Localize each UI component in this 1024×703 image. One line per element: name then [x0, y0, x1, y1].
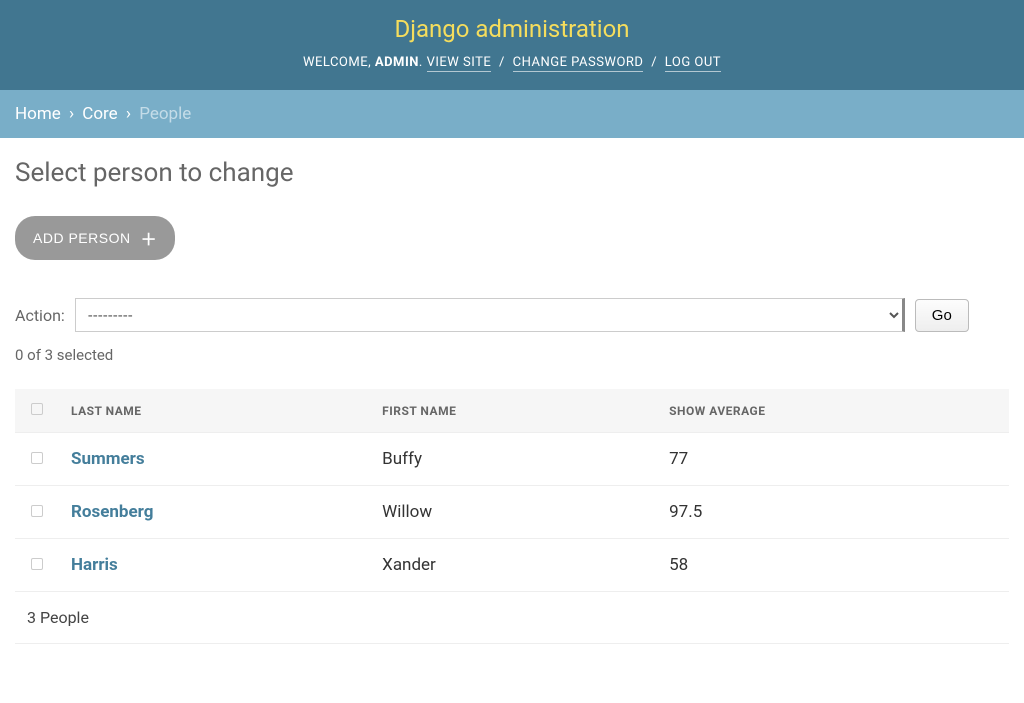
- table-row: Harris Xander 58: [15, 539, 1009, 592]
- select-all-checkbox[interactable]: [31, 403, 43, 415]
- row-checkbox[interactable]: [31, 505, 43, 517]
- log-out-link[interactable]: LOG OUT: [665, 55, 721, 72]
- chevron-right-icon: ›: [126, 104, 131, 124]
- change-password-link[interactable]: CHANGE PASSWORD: [513, 55, 644, 72]
- separator: /: [499, 55, 505, 70]
- row-first-name: Buffy: [370, 433, 657, 486]
- user-links: WELCOME, ADMIN. VIEW SITE / CHANGE PASSW…: [0, 55, 1024, 70]
- content: Select person to change ADD PERSON ＋ Act…: [0, 138, 1024, 664]
- row-checkbox[interactable]: [31, 558, 43, 570]
- site-title: Django administration: [0, 15, 1024, 43]
- breadcrumb-app[interactable]: Core: [82, 104, 117, 124]
- add-person-button[interactable]: ADD PERSON ＋: [15, 216, 175, 260]
- row-first-name: Xander: [370, 539, 657, 592]
- chevron-right-icon: ›: [69, 104, 74, 124]
- row-show-average: 97.5: [657, 486, 1009, 539]
- action-select[interactable]: ---------: [75, 298, 905, 332]
- results-table: LAST NAME FIRST NAME SHOW AVERAGE Summer…: [15, 389, 1009, 592]
- action-label: Action:: [15, 306, 65, 325]
- separator: /: [651, 55, 657, 70]
- page-title: Select person to change: [15, 158, 1009, 188]
- row-show-average: 58: [657, 539, 1009, 592]
- paginator: 3 People: [15, 592, 1009, 644]
- plus-icon: ＋: [141, 226, 158, 250]
- table-header-row: LAST NAME FIRST NAME SHOW AVERAGE: [15, 389, 1009, 433]
- selection-count: 0 of 3 selected: [15, 346, 1009, 364]
- row-first-name: Willow: [370, 486, 657, 539]
- row-show-average: 77: [657, 433, 1009, 486]
- header: Django administration WELCOME, ADMIN. VI…: [0, 0, 1024, 90]
- view-site-link[interactable]: VIEW SITE: [427, 55, 492, 72]
- col-show-average[interactable]: SHOW AVERAGE: [657, 389, 1009, 433]
- row-last-name-link[interactable]: Rosenberg: [71, 502, 153, 522]
- breadcrumb-home[interactable]: Home: [15, 104, 61, 124]
- row-last-name-link[interactable]: Summers: [71, 449, 145, 469]
- welcome-dot: .: [419, 55, 427, 70]
- breadcrumb-current: People: [139, 104, 191, 124]
- welcome-text: WELCOME,: [303, 55, 375, 70]
- breadcrumb: Home › Core › People: [0, 90, 1024, 138]
- col-first-name[interactable]: FIRST NAME: [370, 389, 657, 433]
- row-last-name-link[interactable]: Harris: [71, 555, 118, 575]
- select-all-header: [15, 389, 59, 433]
- go-button[interactable]: Go: [915, 299, 969, 332]
- username: ADMIN: [375, 55, 419, 70]
- table-row: Summers Buffy 77: [15, 433, 1009, 486]
- add-person-label: ADD PERSON: [33, 230, 131, 246]
- table-row: Rosenberg Willow 97.5: [15, 486, 1009, 539]
- action-row: Action: --------- Go: [15, 298, 1009, 332]
- row-checkbox[interactable]: [31, 452, 43, 464]
- col-last-name[interactable]: LAST NAME: [59, 389, 370, 433]
